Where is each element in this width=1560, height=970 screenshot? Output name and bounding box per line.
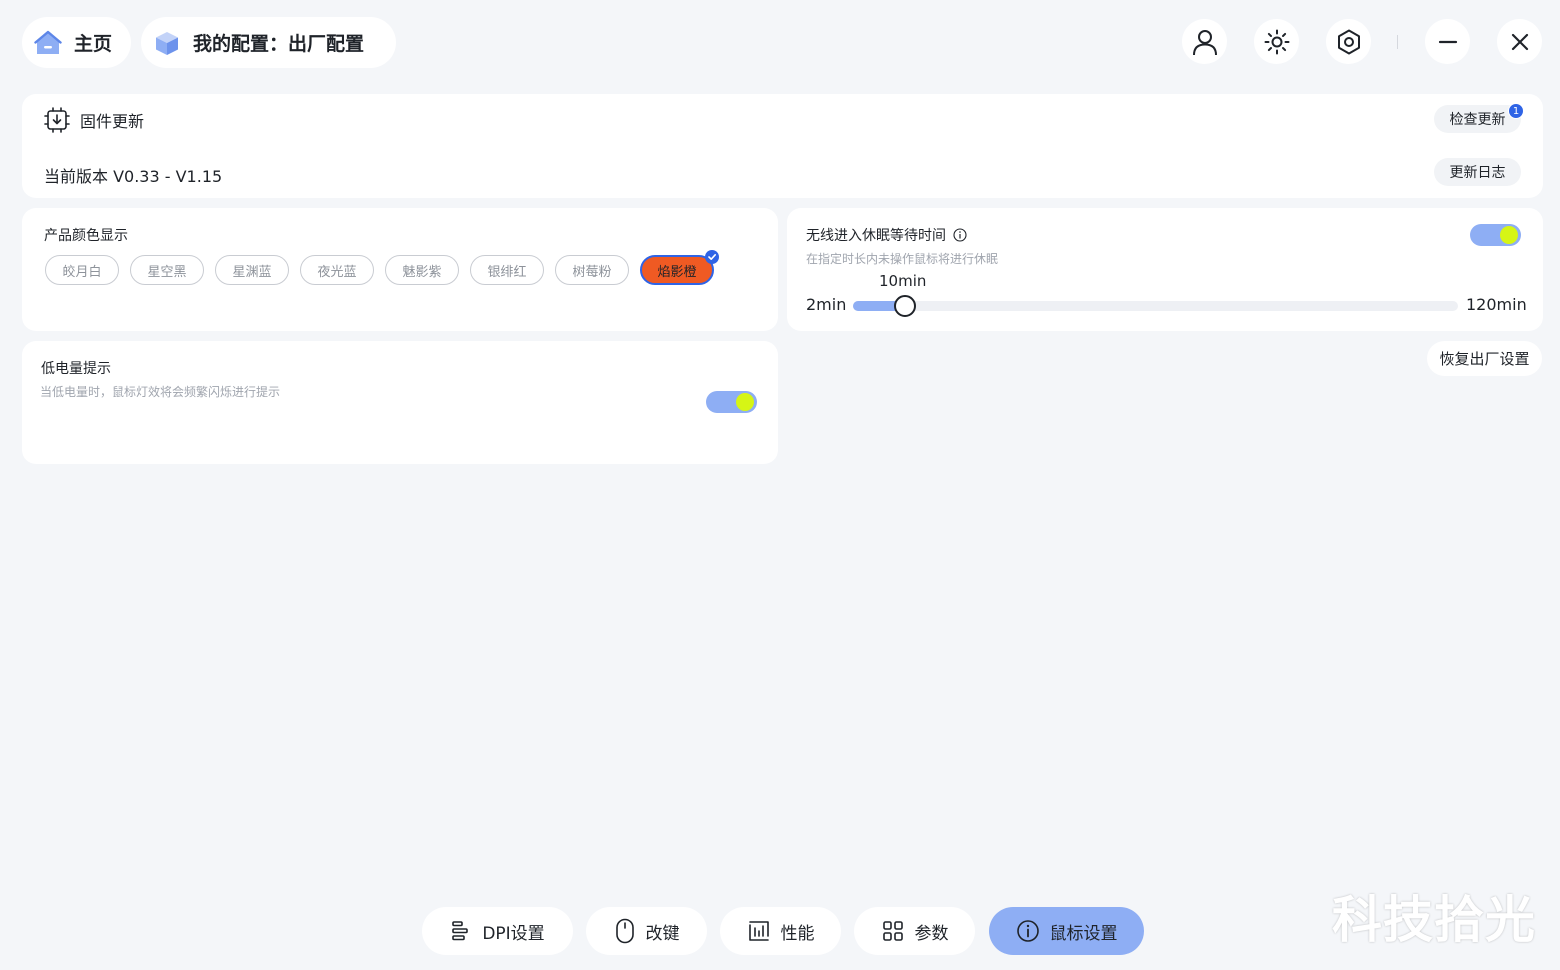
changelog-button[interactable]: 更新日志 — [1434, 158, 1521, 186]
sleep-slider-min: 2min — [806, 295, 847, 314]
nav-mouse-settings-label: 鼠标设置 — [1049, 923, 1118, 944]
sleep-title: 无线进入休眠等待时间 — [806, 228, 946, 244]
minimize-button[interactable] — [1425, 19, 1470, 64]
color-chip[interactable]: 树莓粉 — [555, 255, 629, 285]
profile-tab[interactable]: 我的配置：出厂配置 — [141, 17, 396, 68]
factory-reset-button[interactable]: 恢复出厂设置 — [1427, 341, 1542, 376]
home-label: 主页 — [74, 33, 113, 55]
low-battery-toggle[interactable] — [706, 391, 757, 413]
sleep-slider-value: 10min — [879, 272, 927, 290]
firmware-title-row: 固件更新 — [44, 107, 144, 133]
nav-dpi-label: DPI设置 — [482, 923, 545, 944]
nav-performance[interactable]: 性能 — [720, 907, 841, 955]
user-button[interactable] — [1182, 19, 1227, 64]
nav-remap[interactable]: 改键 — [586, 907, 707, 955]
color-chip[interactable]: 夜光蓝 — [300, 255, 374, 285]
nav-remap-label: 改键 — [645, 923, 680, 944]
nav-mouse-settings[interactable]: 鼠标设置 — [989, 907, 1144, 955]
hexagon-settings-icon — [1337, 29, 1360, 54]
cube-icon — [153, 29, 181, 57]
nav-parameters-label: 参数 — [914, 923, 949, 944]
color-chip[interactable]: 星空黑 — [130, 255, 204, 285]
sleep-slider-thumb[interactable] — [894, 295, 917, 317]
color-chip-selected[interactable]: 焰影橙 — [640, 250, 719, 285]
header-divider — [1397, 35, 1398, 49]
color-options: 皎月白 星空黑 星渊蓝 夜光蓝 魅影紫 银绯红 树莓粉 焰影橙 — [45, 250, 719, 285]
sleep-toggle[interactable] — [1470, 224, 1521, 246]
nav-dpi-settings[interactable]: DPI设置 — [422, 907, 573, 955]
home-icon — [34, 29, 62, 57]
sleep-card: 无线进入休眠等待时间 在指定时长内未操作鼠标将进行休眠 10min 2min 1… — [787, 208, 1543, 331]
sleep-slider[interactable] — [853, 295, 1458, 317]
color-chip-label: 焰影橙 — [657, 264, 697, 280]
low-battery-card: 低电量提示 当低电量时，鼠标灯效将会频繁闪烁进行提示 — [22, 341, 778, 464]
firmware-version: 当前版本 V0.33 - V1.15 — [44, 167, 223, 186]
dpi-bars-icon — [450, 920, 472, 942]
user-icon — [1192, 29, 1217, 55]
toggle-knob — [1500, 226, 1518, 244]
sleep-description: 在指定时长内未操作鼠标将进行休眠 — [806, 252, 999, 266]
firmware-title: 固件更新 — [80, 112, 145, 131]
brightness-button[interactable] — [1254, 19, 1299, 64]
check-icon — [705, 250, 719, 264]
grid-icon — [881, 919, 905, 943]
close-button[interactable] — [1497, 19, 1542, 64]
firmware-card: 固件更新 当前版本 V0.33 - V1.15 检查更新 1 更新日志 — [22, 94, 1543, 198]
sun-icon — [1264, 29, 1289, 54]
minimize-icon — [1438, 40, 1457, 43]
color-chip[interactable]: 魅影紫 — [385, 255, 459, 285]
home-tab[interactable]: 主页 — [22, 17, 131, 68]
settings-button[interactable] — [1326, 19, 1371, 64]
nav-parameters[interactable]: 参数 — [854, 907, 975, 955]
watermark: 科技拾光 — [1332, 891, 1536, 949]
low-battery-description: 当低电量时，鼠标灯效将会频繁闪烁进行提示 — [40, 385, 281, 399]
info-circle-icon — [1016, 919, 1040, 943]
color-chip[interactable]: 星渊蓝 — [215, 255, 289, 285]
profile-label: 我的配置：出厂配置 — [193, 33, 365, 55]
low-battery-title: 低电量提示 — [41, 361, 111, 377]
toggle-knob — [736, 393, 754, 411]
performance-chart-icon — [747, 919, 771, 943]
color-display-card: 产品颜色显示 皎月白 星空黑 星渊蓝 夜光蓝 魅影紫 银绯红 树莓粉 焰影橙 — [22, 208, 778, 331]
color-chip[interactable]: 银绯红 — [470, 255, 544, 285]
sleep-title-row: 无线进入休眠等待时间 — [806, 225, 967, 245]
color-display-title: 产品颜色显示 — [44, 228, 128, 244]
nav-performance-label: 性能 — [780, 923, 815, 944]
info-icon[interactable] — [953, 228, 967, 242]
chip-download-icon — [44, 107, 70, 133]
color-chip[interactable]: 皎月白 — [45, 255, 119, 285]
update-badge: 1 — [1508, 103, 1524, 119]
mouse-icon — [614, 918, 636, 944]
sleep-slider-max: 120min — [1466, 295, 1527, 314]
close-icon — [1511, 33, 1528, 50]
